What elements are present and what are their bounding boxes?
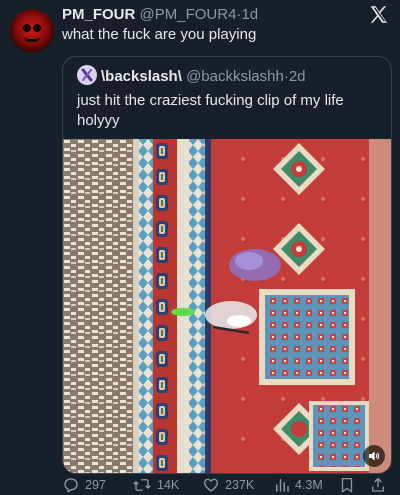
author-handle[interactable]: @PM_FOUR4 [140, 6, 237, 23]
repost-count: 14K [157, 477, 180, 492]
quote-time[interactable]: 2d [289, 68, 306, 85]
share-button[interactable] [370, 474, 386, 495]
repost-button[interactable]: 14K [132, 474, 179, 495]
tweet-text: what the fuck are you playing [62, 26, 257, 43]
tweet-time[interactable]: 1d [241, 6, 258, 23]
like-button[interactable]: 237K [202, 474, 254, 495]
quote-text: just hit the craziest fucking clip of my… [77, 92, 344, 129]
avatar-eye-right [33, 24, 41, 32]
avatar-eye-left [23, 24, 31, 32]
slash-avatar-icon [81, 68, 93, 82]
video-frame-carpet [63, 139, 391, 473]
views-icon [276, 478, 289, 492]
author-name[interactable]: PM_FOUR [62, 6, 135, 23]
tweet-header: PM_FOUR @PM_FOUR4·1d [62, 5, 360, 25]
x-logo-icon [370, 6, 387, 23]
bookmark-button[interactable] [339, 474, 355, 495]
quote-header: \backslash\ @backkslashh·2d [77, 65, 306, 87]
volume-icon [369, 451, 380, 461]
avatar-mouth [24, 37, 40, 42]
quote-author-name[interactable]: \backslash\ [101, 68, 182, 85]
repost-icon [133, 478, 151, 491]
quote-avatar[interactable] [77, 65, 97, 85]
quoted-tweet[interactable]: \backslash\ @backkslashh·2d just hit the… [62, 56, 392, 474]
heart-icon [203, 478, 219, 492]
mute-button[interactable] [363, 445, 385, 467]
like-count: 237K [225, 477, 255, 492]
tweet-action-bar: 297 14K 237K 4.3M [62, 474, 392, 495]
views-button[interactable]: 4.3M [274, 474, 323, 495]
views-count: 4.3M [295, 477, 323, 492]
quote-author-handle[interactable]: @backkslashh [186, 68, 284, 85]
video-player[interactable] [63, 139, 391, 473]
share-icon [372, 477, 384, 492]
author-avatar[interactable] [10, 9, 54, 53]
reply-button[interactable]: 297 [62, 474, 106, 495]
reply-icon [64, 477, 78, 492]
bookmark-icon [341, 477, 353, 492]
reply-count: 297 [85, 477, 106, 492]
